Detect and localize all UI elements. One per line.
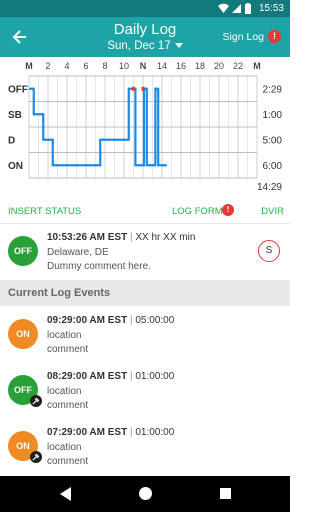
hour-tick-label: 2: [45, 61, 50, 71]
sign-button[interactable]: S: [258, 240, 280, 262]
plug-icon: [30, 395, 42, 407]
nav-back-icon[interactable]: [60, 487, 71, 501]
hour-tick-label: 6: [83, 61, 88, 71]
alert-icon: !: [268, 30, 281, 43]
status-icons: [218, 3, 251, 14]
event-location: location: [47, 442, 82, 453]
hour-tick-label: M: [25, 61, 33, 71]
hour-tick-label: 22: [233, 61, 243, 71]
grand-total: 14:29: [257, 182, 282, 193]
log-graph: M 2 4 6 8 10 N 14 16 18 20 22 M OFF 2:29 SB 1:00 D 5:00 ON 6…: [8, 61, 283, 193]
event-comment: comment: [47, 344, 89, 355]
event-duration: 01:00:00: [135, 427, 175, 438]
current-status-line: 10:53:26 AM EST | XX hr XX min: [47, 232, 195, 243]
status-time: 10:53:26 AM EST: [47, 232, 128, 243]
list-item[interactable]: OFF 08:29:00 AM EST | 01:00:00 location com…: [0, 365, 290, 421]
status-marker: [141, 86, 145, 91]
alert-icon: !: [222, 204, 234, 216]
hour-tick-label: 8: [102, 61, 107, 71]
status-row-label: OFF: [8, 84, 28, 95]
event-line: 09:29:00 AM EST | 05:00:00: [47, 315, 174, 326]
dvir-button[interactable]: DVIR: [261, 206, 284, 217]
hour-tick-label: 18: [195, 61, 205, 71]
hour-tick-label: 14: [157, 61, 167, 71]
hours-of-service-chart: M 2 4 6 8 10 N 14 16 18 20 22 M OFF 2:29 SB 1:00 D 5:00 ON 6…: [0, 57, 290, 195]
row-total: 5:00: [263, 135, 283, 146]
status-row-label: SB: [8, 110, 22, 121]
signal-icon: [232, 4, 241, 13]
section-header: Current Log Events: [0, 280, 290, 306]
current-status-row[interactable]: OFF 10:53:26 AM EST | XX hr XX min Delaw…: [0, 226, 290, 278]
event-duration: 01:00:00: [135, 371, 175, 382]
insert-status-button[interactable]: INSERT STATUS: [8, 206, 81, 217]
event-line: 07:29:00 AM EST | 01:00:00: [47, 427, 174, 438]
event-comment: comment: [47, 400, 89, 411]
row-total: 1:00: [263, 110, 283, 121]
navigation-bar: [0, 476, 290, 512]
event-comment: comment: [47, 456, 89, 467]
plug-icon: [30, 451, 42, 463]
status-comment: Dummy comment here.: [47, 261, 151, 272]
status-duration: XX hr XX min: [135, 232, 196, 243]
sign-log-button[interactable]: Sign Log: [223, 31, 264, 43]
event-time: 09:29:00 AM EST: [47, 315, 128, 326]
hour-tick-label: 10: [119, 61, 129, 71]
event-duration: 05:00:00: [135, 315, 175, 326]
log-toolbar: INSERT STATUS LOG FORM ! DVIR: [0, 198, 290, 224]
hour-tick-label: 20: [214, 61, 224, 71]
event-location: location: [47, 330, 82, 341]
event-time: 08:29:00 AM EST: [47, 371, 128, 382]
hour-tick-label: 4: [64, 61, 69, 71]
hour-tick-label: N: [140, 61, 147, 71]
row-total: 2:29: [263, 84, 283, 95]
status-badge: ON: [8, 319, 38, 349]
caret-down-icon: [174, 43, 183, 49]
nav-home-icon[interactable]: [139, 487, 152, 500]
status-bar: 15:53: [0, 0, 290, 17]
event-line: 08:29:00 AM EST | 01:00:00: [47, 371, 174, 382]
hour-tick-label: M: [253, 61, 261, 71]
list-item[interactable]: ON 07:29:00 AM EST | 01:00:00 location comm…: [0, 421, 290, 477]
event-time: 07:29:00 AM EST: [47, 427, 128, 438]
app-bar: Daily Log Sun, Dec 17 Sign Log !: [0, 17, 290, 57]
event-location: location: [47, 386, 82, 397]
date-label: Sun, Dec 17: [107, 40, 171, 52]
status-row-label: D: [8, 135, 15, 146]
nav-recents-icon[interactable]: [220, 488, 231, 499]
log-form-button[interactable]: LOG FORM: [172, 206, 223, 217]
status-location: Delaware, DE: [47, 247, 109, 258]
status-row-label: ON: [8, 161, 23, 172]
wifi-icon: [218, 3, 229, 13]
status-badge: OFF: [8, 236, 38, 266]
hour-tick-label: 16: [176, 61, 186, 71]
battery-icon: [245, 3, 251, 14]
list-item[interactable]: ON 09:29:00 AM EST | 05:00:00 location comm…: [0, 309, 290, 365]
clock-time: 15:53: [258, 3, 284, 14]
status-marker: [132, 86, 135, 91]
row-total: 6:00: [263, 161, 283, 172]
